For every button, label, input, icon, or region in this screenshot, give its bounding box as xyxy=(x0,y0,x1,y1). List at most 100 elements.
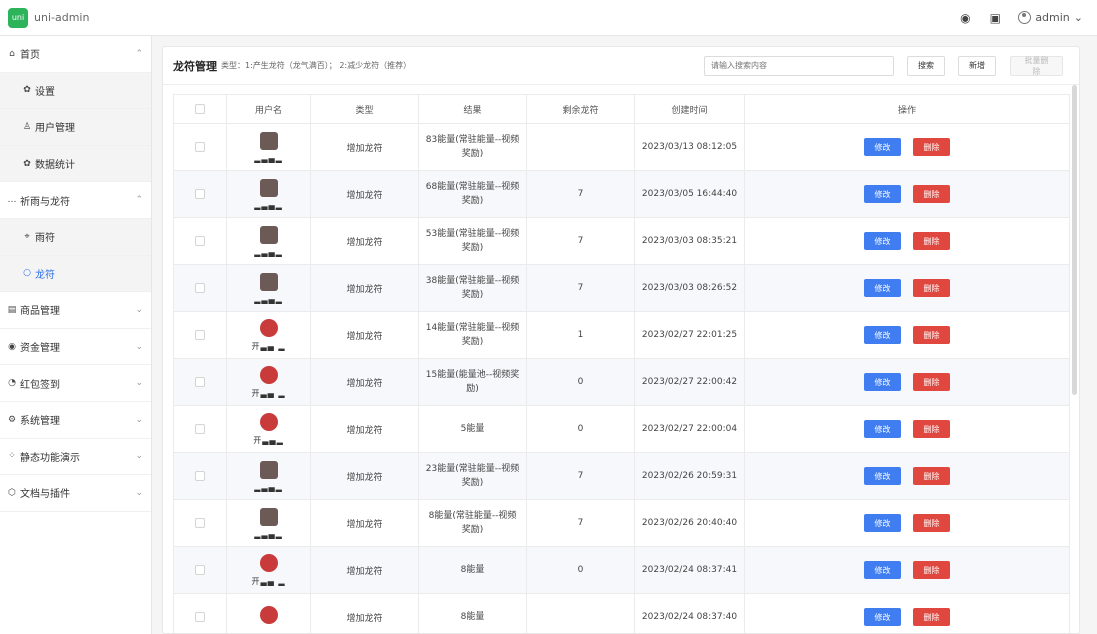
delete-button[interactable]: 删除 xyxy=(913,185,950,203)
row-select-cell[interactable] xyxy=(173,452,227,500)
delete-button[interactable]: 删除 xyxy=(913,514,950,532)
edit-button[interactable]: 修改 xyxy=(864,467,901,485)
sidebar-item-5[interactable]: ⌖ 雨符 xyxy=(0,218,151,256)
sidebar-item-2[interactable]: ♙ 用户管理 xyxy=(0,109,151,146)
search-input[interactable] xyxy=(704,55,894,76)
delete-button[interactable]: 删除 xyxy=(913,326,950,344)
row-select-cell[interactable] xyxy=(173,217,227,265)
add-button[interactable]: 新增 xyxy=(958,55,996,76)
table-header-row: 用户名 类型 结果 剩余龙符 创建时间 操作 xyxy=(173,94,1070,124)
username-cell: 开▃▄ ▂ xyxy=(226,311,311,359)
edit-button[interactable]: 修改 xyxy=(864,608,901,626)
edit-button[interactable]: 修改 xyxy=(864,326,901,344)
sidebar-item-1[interactable]: ✿ 设置 xyxy=(0,72,151,110)
sidebar-item-11[interactable]: ⁘ 静态功能演示 ⌄ xyxy=(0,439,151,476)
username-cell: ▂▃▄▂ xyxy=(226,170,311,218)
username-cell: ▂▃▄▂ xyxy=(226,217,311,265)
delete-button[interactable]: 删除 xyxy=(913,279,950,297)
row-checkbox[interactable] xyxy=(195,141,205,152)
delete-button[interactable]: 删除 xyxy=(913,420,950,438)
user-icon: ♙ xyxy=(22,121,32,132)
row-select-cell[interactable] xyxy=(173,593,227,633)
column-header-actions: 操作 xyxy=(744,94,1070,124)
user-menu[interactable]: admin ⌄ xyxy=(1018,11,1083,24)
avatar xyxy=(259,225,278,244)
translate-icon[interactable]: ▣ xyxy=(988,11,1002,25)
row-checkbox[interactable] xyxy=(195,611,205,622)
row-checkbox[interactable] xyxy=(195,235,205,246)
remain-cell xyxy=(526,593,635,633)
sidebar-item-label: 数据统计 xyxy=(35,160,75,172)
top-right-actions: ◉ ▣ admin ⌄ xyxy=(958,11,1083,25)
shop-icon: ▤ xyxy=(7,304,17,315)
table-row: ▂▃▄▂ 增加龙符 38能量(常驻能量--视频奖励) 7 2023/03/03 08:2… xyxy=(173,264,1070,312)
edit-button[interactable]: 修改 xyxy=(864,420,901,438)
eye-icon: ◉ xyxy=(8,341,16,352)
actions-cell: 修改 删除 xyxy=(744,405,1070,453)
edit-button[interactable]: 修改 xyxy=(864,185,901,203)
palette-icon[interactable]: ◉ xyxy=(958,11,972,25)
edit-button[interactable]: 修改 xyxy=(864,279,901,297)
chevron-down-icon: ⌄ xyxy=(1073,11,1083,24)
sidebar-item-3[interactable]: ✿ 数据统计 xyxy=(0,145,151,183)
row-checkbox[interactable] xyxy=(195,517,205,528)
row-select-cell[interactable] xyxy=(173,123,227,171)
row-select-cell[interactable] xyxy=(173,358,227,406)
batch-delete-button[interactable]: 批量删除 xyxy=(1010,55,1063,76)
sidebar-item-0[interactable]: ⌂ 首页 ⌃ xyxy=(0,36,151,73)
sidebar-item-10[interactable]: ⚙ 系统管理 ⌄ xyxy=(0,402,151,439)
delete-button[interactable]: 删除 xyxy=(913,232,950,250)
row-select-cell[interactable] xyxy=(173,546,227,594)
edit-button[interactable]: 修改 xyxy=(864,514,901,532)
more-icon: … xyxy=(7,195,17,206)
sidebar-item-12[interactable]: ⬡ 文档与插件 ⌄ xyxy=(0,475,151,512)
username: ▂▃▄▂ xyxy=(254,247,283,257)
username-cell: ▂▃▄▂ xyxy=(226,452,311,500)
delete-button[interactable]: 删除 xyxy=(913,608,950,626)
row-checkbox[interactable] xyxy=(195,423,205,434)
actions-cell: 修改 删除 xyxy=(744,311,1070,359)
actions-cell: 修改 删除 xyxy=(744,264,1070,312)
row-checkbox[interactable] xyxy=(195,376,205,387)
column-header-result: 结果 xyxy=(418,94,527,124)
select-all-checkbox[interactable] xyxy=(195,103,205,114)
chevron-down-icon: ⌄ xyxy=(135,451,143,462)
select-all-header[interactable] xyxy=(173,94,227,124)
pin-icon: ⌖ xyxy=(24,231,30,242)
row-checkbox[interactable] xyxy=(195,329,205,340)
row-select-cell[interactable] xyxy=(173,264,227,312)
delete-button[interactable]: 删除 xyxy=(913,467,950,485)
created-time-cell: 2023/02/26 20:59:31 xyxy=(634,452,745,500)
row-select-cell[interactable] xyxy=(173,170,227,218)
page-title: 龙符管理 xyxy=(173,59,217,73)
sidebar-item-9[interactable]: ◔ 红包签到 ⌄ xyxy=(0,365,151,402)
sidebar-item-4[interactable]: … 祈雨与龙符 ⌃ xyxy=(0,182,151,219)
sidebar-item-label: 设置 xyxy=(35,86,55,98)
username: 开▃▄ ▂ xyxy=(251,576,286,586)
edit-button[interactable]: 修改 xyxy=(864,232,901,250)
row-checkbox[interactable] xyxy=(195,564,205,575)
sidebar-item-7[interactable]: ▤ 商品管理 ⌄ xyxy=(0,292,151,329)
row-select-cell[interactable] xyxy=(173,311,227,359)
created-time-cell: 2023/02/27 22:01:25 xyxy=(634,311,745,359)
row-checkbox[interactable] xyxy=(195,188,205,199)
scrollbar[interactable] xyxy=(1072,85,1077,395)
search-button[interactable]: 搜索 xyxy=(907,55,945,76)
delete-button[interactable]: 删除 xyxy=(913,138,950,156)
row-checkbox[interactable] xyxy=(195,470,205,481)
edit-button[interactable]: 修改 xyxy=(864,561,901,579)
username-cell: 开▃▄ ▂ xyxy=(226,546,311,594)
sidebar-item-6[interactable]: ○ 龙符 xyxy=(0,255,151,293)
row-select-cell[interactable] xyxy=(173,405,227,453)
row-checkbox[interactable] xyxy=(195,282,205,293)
edit-button[interactable]: 修改 xyxy=(864,138,901,156)
row-select-cell[interactable] xyxy=(173,499,227,547)
result-cell: 83能量(常驻能量--视频奖励) xyxy=(418,123,527,171)
sidebar-item-8[interactable]: ◉ 资金管理 ⌄ xyxy=(0,329,151,366)
edit-button[interactable]: 修改 xyxy=(864,373,901,391)
app-logo[interactable]: uni xyxy=(8,7,28,28)
avatar xyxy=(259,365,278,384)
delete-button[interactable]: 删除 xyxy=(913,373,950,391)
delete-button[interactable]: 删除 xyxy=(913,561,950,579)
actions-cell: 修改 删除 xyxy=(744,358,1070,406)
